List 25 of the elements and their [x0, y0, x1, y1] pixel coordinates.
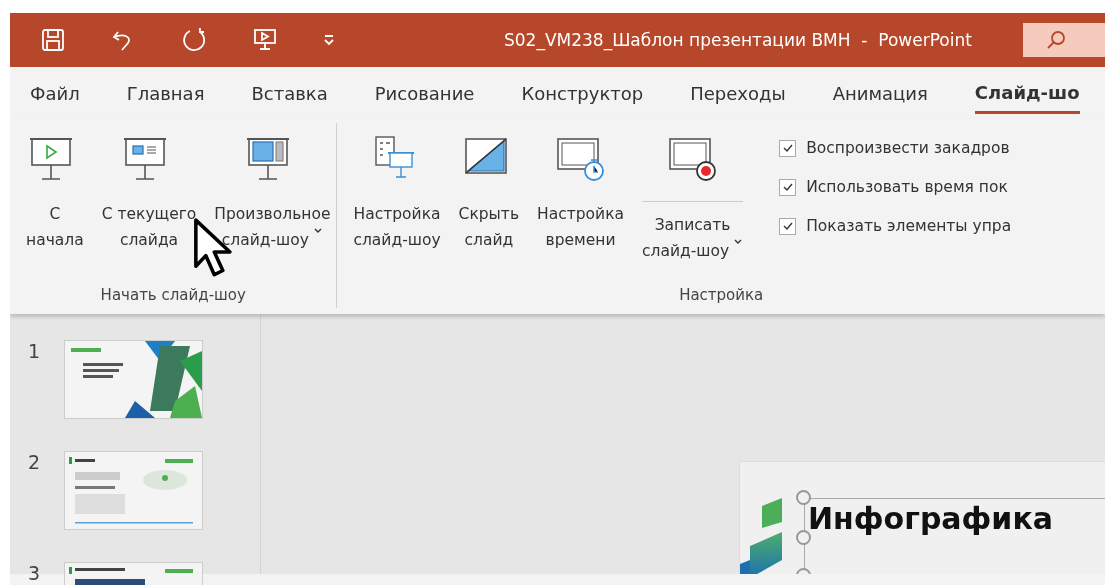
checkbox-label: Использовать время пок: [806, 178, 1008, 196]
ribbon-button[interactable]: Записать слайд-шоу: [636, 133, 750, 286]
checkbox-label: Воспроизвести закадров: [806, 139, 1010, 157]
ribbon-tab[interactable]: Рисование: [374, 73, 475, 112]
ribbon-tab[interactable]: Анимация: [832, 73, 928, 112]
ribbon-button[interactable]: С начала: [20, 133, 90, 286]
ribbon-tab[interactable]: Главная: [126, 73, 205, 112]
group-label: Настройка: [678, 286, 765, 306]
ribbon-button[interactable]: Настройка времени: [531, 133, 630, 286]
ribbon-button[interactable]: Настройка слайд-шоу: [347, 133, 447, 286]
slide-number: 3: [28, 562, 40, 585]
ribbon-tab[interactable]: Вставка: [251, 73, 328, 112]
window-title: S02_VM238_Шаблон презентации ВМН - PowerPoint: [503, 30, 973, 50]
slide-number: 2: [28, 451, 40, 475]
ribbon-tab[interactable]: Файл: [30, 73, 80, 112]
slide-title: Инфографика: [807, 500, 1054, 536]
ribbon-button[interactable]: С текущего слайда: [95, 133, 203, 286]
ribbon-tab[interactable]: Конструктор: [521, 73, 644, 112]
ribbon-button[interactable]: Произвольное слайд-шоу: [208, 133, 337, 286]
checkbox-label: Показать элементы упра: [806, 217, 1012, 235]
ribbon-button[interactable]: Скрыть слайд: [452, 133, 526, 286]
slide-number: 1: [28, 340, 40, 364]
ribbon-tab[interactable]: Слайд-шо: [974, 71, 1080, 114]
group-label: Начать слайд-шоу: [99, 286, 247, 306]
ribbon-tab[interactable]: Переходы: [690, 73, 786, 112]
